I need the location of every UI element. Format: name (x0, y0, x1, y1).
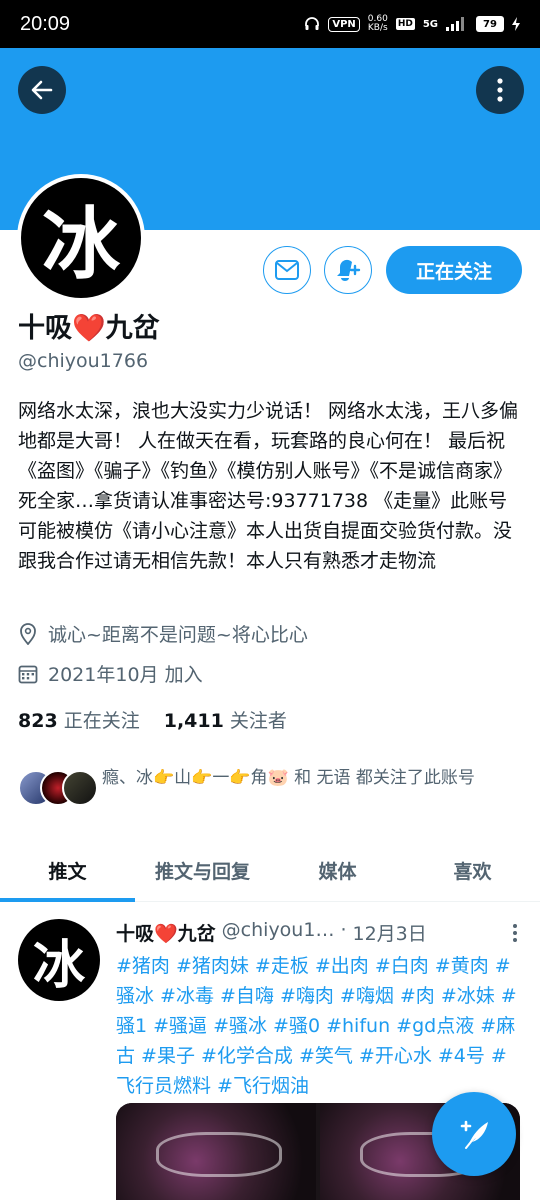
tweet-media-image[interactable] (116, 1103, 316, 1200)
message-button[interactable] (263, 246, 311, 294)
notify-button[interactable] (324, 246, 372, 294)
mutual-avatar (62, 770, 98, 806)
profile-avatar[interactable]: 冰 (17, 174, 145, 302)
followers-label: 关注者 (229, 710, 287, 732)
mutual-avatars (18, 766, 98, 806)
vpn-badge: VPN (328, 16, 360, 32)
tab-likes[interactable]: 喜欢 (405, 840, 540, 901)
tweet-more-button[interactable] (512, 923, 518, 947)
speed-unit: KB/s (367, 23, 388, 33)
envelope-icon (275, 260, 299, 280)
calendar-icon (18, 665, 38, 683)
tweet-separator: · (340, 919, 347, 941)
join-date-text: 2021年10月 加入 (48, 664, 203, 686)
status-time: 20:09 (20, 12, 71, 35)
more-vertical-icon (513, 924, 517, 942)
compose-tweet-button[interactable] (432, 1092, 516, 1176)
following-link[interactable]: 823 正在关注 (18, 706, 140, 733)
more-options-button[interactable] (476, 66, 524, 114)
back-button[interactable] (18, 66, 66, 114)
tweet-date[interactable]: 12月3日 (353, 919, 427, 946)
profile-bio: 网络水太深，浪也大没实力少说话！ 网络水太浅，王八多偏地都是大哥！ 人在做天在看… (18, 400, 519, 572)
tab-tweets-replies[interactable]: 推文与回复 (135, 840, 270, 901)
battery-indicator: 79 (476, 16, 504, 32)
followers-you-know[interactable]: 瘾、冰👉山👉一👉角🐷 和 无语 都关注了此账号 (18, 766, 523, 806)
tweet-author-avatar[interactable]: 冰 (18, 919, 100, 1001)
followers-link[interactable]: 1,411 关注者 (164, 706, 287, 733)
tweet-author-name[interactable]: 十吸❤️九岔 (116, 919, 216, 946)
network-speed: 0.60 KB/s (368, 15, 388, 33)
signal-icon (446, 17, 464, 31)
avatar-glyph: 冰 (32, 934, 85, 996)
location-text: 诚心~距离不是问题~将心比心 (48, 624, 308, 646)
feather-plus-icon (460, 1120, 488, 1149)
tab-tweets[interactable]: 推文 (0, 840, 135, 902)
profile-display-name: 十吸❤️九岔 (18, 313, 160, 344)
followers-count: 1,411 (163, 710, 224, 732)
following-count: 823 (18, 710, 58, 732)
tweet-author-handle[interactable]: @chiyou1… (222, 919, 335, 946)
profile-tabs: 推文 推文与回复 媒体 喜欢 (0, 840, 540, 902)
charging-icon (512, 17, 520, 31)
network-type: 5G (422, 18, 438, 30)
avatar-glyph: 冰 (41, 199, 120, 290)
hd-badge: HD (395, 18, 415, 30)
status-bar: 20:09 VPN 0.60 KB/s HD 5G 79 (0, 0, 540, 48)
bell-plus-icon (337, 259, 361, 281)
tweet-text[interactable]: #猪肉 #猪肉妹 #走板 #出肉 #白肉 #黄肉 #骚冰 #冰毒 #自嗨 #嗨肉… (116, 951, 520, 1101)
location-pin-icon (20, 622, 36, 645)
profile-stats: 823 正在关注 1,411 关注者 (18, 706, 287, 733)
arrow-left-icon (31, 80, 53, 100)
following-label: 正在关注 (63, 710, 140, 732)
avatar-image: 冰 (21, 178, 141, 298)
profile-join-date: 2021年10月 加入 (18, 660, 203, 687)
profile-location: 诚心~距离不是问题~将心比心 (18, 620, 308, 647)
more-vertical-icon (497, 78, 503, 102)
profile-handle: @chiyou1766 (18, 350, 149, 372)
following-button[interactable]: 正在关注 (386, 246, 522, 294)
tab-media[interactable]: 媒体 (270, 840, 405, 901)
tweet-header: 十吸❤️九岔 @chiyou1… · 12月3日 (116, 919, 516, 946)
followed-by-text: 瘾、冰👉山👉一👉角🐷 和 无语 都关注了此账号 (102, 768, 475, 788)
status-icons: VPN 0.60 KB/s HD 5G 79 (304, 15, 520, 33)
headset-icon (305, 17, 320, 30)
